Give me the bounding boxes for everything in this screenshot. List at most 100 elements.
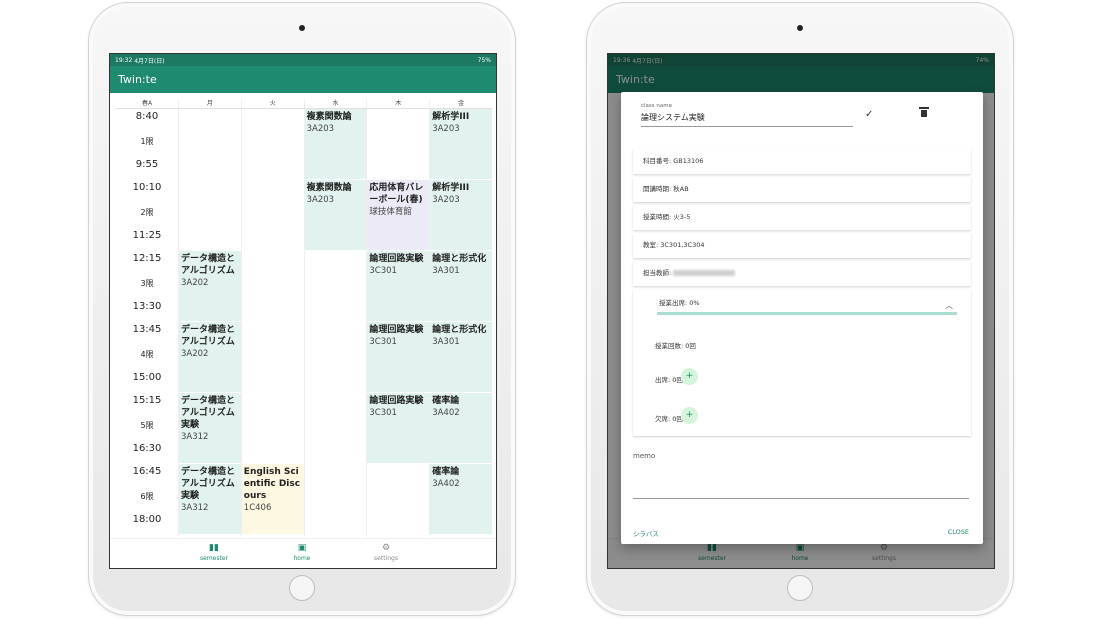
screen-class-detail: 19:36 4月7日(日) 74% Twin:te ▮▮ semester ▣ … xyxy=(607,53,995,569)
period-label: 1限 xyxy=(140,137,154,146)
empty-cell[interactable] xyxy=(367,109,430,180)
empty-cell[interactable] xyxy=(241,109,304,180)
camera xyxy=(797,25,803,31)
class-room: 球技体育館 xyxy=(369,207,412,217)
class-cell[interactable]: データ構造とアルゴリズム実験 3A312 xyxy=(179,393,241,464)
timetable-header: 春A 月火水木金 xyxy=(116,99,492,109)
class-cell[interactable]: 複素関数論 3A203 xyxy=(304,180,367,251)
class-cell[interactable]: 解析学III 3A203 xyxy=(430,180,492,251)
class-cell[interactable]: 複素関数論 3A203 xyxy=(304,109,367,180)
trash-icon[interactable] xyxy=(919,107,929,117)
class-name: 論理回路実験 xyxy=(369,325,424,335)
class-cell[interactable]: 論理と形式化 3A301 xyxy=(430,322,492,393)
empty-cell[interactable] xyxy=(304,251,367,322)
syllabus-button[interactable]: シラバス xyxy=(633,528,659,538)
class-cell[interactable]: 論理回路実験 3C301 xyxy=(367,322,430,393)
nav-settings[interactable]: ⚙ settings xyxy=(356,542,416,564)
nav-semester[interactable]: ▮▮ semester xyxy=(184,542,244,564)
period-label: 2限 xyxy=(140,208,154,217)
period-end: 11:25 xyxy=(132,230,162,241)
close-button[interactable]: CLOSE xyxy=(948,528,969,536)
header-day: 月 xyxy=(178,99,241,108)
chevron-up-icon[interactable]: ︿ xyxy=(945,300,953,311)
period-slot: 16:45 6限 18:00 xyxy=(116,464,178,535)
class-cell[interactable]: 確率論 3A402 xyxy=(430,393,492,464)
attendance-progress-bar xyxy=(657,312,957,315)
class-name: 確率論 xyxy=(432,467,460,477)
empty-cell[interactable] xyxy=(241,393,304,464)
empty-cell[interactable] xyxy=(304,393,367,464)
nav-home[interactable]: ▣ home xyxy=(272,542,332,564)
class-cell[interactable]: 解析学III 3A203 xyxy=(430,109,492,180)
class-cell[interactable]: 確率論 3A402 xyxy=(430,464,492,535)
add-present-button[interactable]: + xyxy=(681,368,698,385)
class-cell[interactable]: 論理回路実験 3C301 xyxy=(367,251,430,322)
empty-cell[interactable] xyxy=(241,180,304,251)
empty-cell[interactable] xyxy=(304,464,367,535)
period-start: 16:45 xyxy=(132,466,162,477)
class-room: 3A301 xyxy=(432,337,460,347)
class-name: 論理回路実験 xyxy=(369,396,424,406)
class-cell[interactable]: 論理回路実験 3C301 xyxy=(367,393,430,464)
memo-field[interactable] xyxy=(633,498,969,499)
class-room: 3A312 xyxy=(181,432,209,442)
class-room: 3A203 xyxy=(432,124,460,134)
empty-cell[interactable] xyxy=(179,180,241,251)
period-slot: 10:10 2限 11:25 xyxy=(116,180,178,251)
empty-cell[interactable] xyxy=(304,322,367,393)
class-name: 解析学III xyxy=(432,183,470,193)
period-end: 15:00 xyxy=(132,372,162,383)
class-room: 3C301 xyxy=(369,266,397,276)
class-name: 論理と形式化 xyxy=(432,254,487,264)
class-detail-dialog: class name 論理システム実験 ✓ 科目番号: GB13106 開講時期… xyxy=(621,92,983,544)
period-row: 授業時間: 火3-5 xyxy=(633,205,971,230)
home-button[interactable] xyxy=(289,575,315,601)
screen-timetable: 19:32 4月7日(日) 75% Twin:te 春A 月火水木金 8:40 1限… xyxy=(109,53,497,569)
calendar-icon: ▣ xyxy=(297,543,307,553)
class-room: 3C301 xyxy=(369,337,397,347)
class-cell[interactable]: データ構造とアルゴリズム 3A202 xyxy=(179,322,241,393)
day-column: 応用体育バレーボール(春) 球技体育館論理回路実験 3C301 論理回路実験 3C301… xyxy=(366,109,430,537)
empty-cell[interactable] xyxy=(179,109,241,180)
period-slot: 12:15 3限 13:30 xyxy=(116,251,178,322)
period-start: 8:40 xyxy=(135,111,159,122)
day-column: 解析学III 3A203 解析学III 3A203 論理と形式化 3A301 論理と形式化 3… xyxy=(429,109,492,537)
class-cell[interactable]: 論理と形式化 3A301 xyxy=(430,251,492,322)
class-name: データ構造とアルゴリズム xyxy=(181,325,236,347)
class-name: 応用体育バレーボール(春) xyxy=(369,183,424,205)
class-name: データ構造とアルゴリズム実験 xyxy=(181,467,236,501)
header-day: 水 xyxy=(303,99,367,108)
ipad-left: 19:32 4月7日(日) 75% Twin:te 春A 月火水木金 8:40 1限… xyxy=(88,2,516,616)
empty-cell[interactable] xyxy=(241,251,304,322)
empty-cell[interactable] xyxy=(367,464,430,535)
status-battery: 75% xyxy=(477,56,491,64)
empty-cell[interactable] xyxy=(241,322,304,393)
class-room: 3A203 xyxy=(432,195,460,205)
class-cell[interactable]: データ構造とアルゴリズム実験 3A312 xyxy=(179,464,241,535)
day-column: English Scientific Discours 1C406 xyxy=(240,109,304,537)
class-room: 3A301 xyxy=(432,266,460,276)
class-room: 3A312 xyxy=(181,503,209,513)
period-label: 6限 xyxy=(140,492,154,501)
instructor-label: 担当教師: xyxy=(643,269,672,277)
day-column: 複素関数論 3A203 複素関数論 3A203 xyxy=(303,109,367,537)
attendance-panel: 授業出席: 0% ︿ 授業回数: 0回 出席: 0回 + 欠席: 0回 + xyxy=(633,290,971,436)
period-end: 16:30 xyxy=(132,443,162,454)
class-name: English Scientific Discours xyxy=(243,467,301,501)
time-column: 8:40 1限 9:55 10:10 2限 11:25 12:15 3限 13:30 13:45 4… xyxy=(116,109,178,537)
class-cell[interactable]: English Scientific Discours 1C406 xyxy=(241,464,304,535)
class-cell[interactable]: データ構造とアルゴリズム 3A202 xyxy=(179,251,241,322)
class-name: 論理回路実験 xyxy=(369,254,424,264)
class-cell[interactable]: 応用体育バレーボール(春) 球技体育館 xyxy=(367,180,430,251)
class-name: 確率論 xyxy=(432,396,460,406)
check-icon[interactable]: ✓ xyxy=(865,109,873,120)
header-day: 木 xyxy=(366,99,429,108)
present-count: 出席: 0回 xyxy=(655,376,683,384)
add-absent-button[interactable]: + xyxy=(681,407,698,424)
absent-count: 欠席: 0回 xyxy=(655,415,683,423)
home-button[interactable] xyxy=(787,575,813,601)
class-name-field[interactable]: 論理システム実験 xyxy=(641,112,853,127)
period-end: 9:55 xyxy=(135,159,159,170)
app-bar: Twin:te xyxy=(110,66,496,93)
semester-icon: ▮▮ xyxy=(209,543,219,553)
